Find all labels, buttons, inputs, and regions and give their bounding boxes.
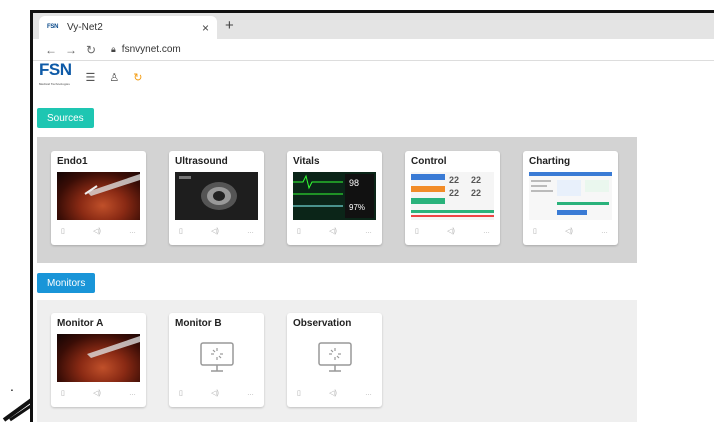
card-title: Vitals [293,156,320,167]
volume-icon[interactable]: ◁) [329,389,337,397]
sources-panel: Endo1 ▯ ◁) … Ultrasound ▯ ◁) … Vitals 98 97% … [37,137,637,263]
new-tab-button[interactable]: + [225,17,234,34]
card-controls: ▯ ◁) … [175,224,258,238]
more-icon[interactable]: … [365,228,372,235]
monitors-button[interactable]: Monitors [37,273,96,293]
back-icon[interactable]: ← [41,43,61,57]
instrument-graphic [87,336,140,358]
more-icon[interactable]: … [129,228,136,235]
more-icon[interactable]: … [247,390,254,397]
card-title: Monitor A [57,318,104,329]
vitals-readout-2: 97% [349,203,365,212]
close-tab-icon[interactable]: × [202,21,209,35]
monitor-card-a[interactable]: Monitor A ▯ ◁) … [51,313,146,407]
card-title: Endo1 [57,156,88,167]
card-controls: ▯ ◁) … [411,224,494,238]
no-signal-preview [175,334,258,382]
logo: FSN Medical Technologies [39,61,72,91]
display-icon[interactable]: ▯ [297,227,301,235]
source-card-ultrasound[interactable]: Ultrasound ▯ ◁) … [169,151,264,245]
display-icon[interactable]: ▯ [61,227,65,235]
control-readout-4: 22 [471,188,481,198]
volume-icon[interactable]: ◁) [211,227,219,235]
card-title: Observation [293,318,352,329]
address-bar: ← → ↻ 🔒︎ fsnvynet.com [33,39,714,61]
display-icon[interactable]: ▯ [297,389,301,397]
control-readout-2: 22 [471,175,481,185]
menu-icon[interactable]: ☰ [86,71,96,84]
card-title: Control [411,156,447,167]
source-card-charting[interactable]: Charting ▯ ◁) … [523,151,618,245]
card-title: Charting [529,156,571,167]
more-icon[interactable]: … [601,228,608,235]
app-header: FSN Medical Technologies ☰ ♙ ↻ [33,61,714,93]
charting-graphic [529,172,612,215]
ultrasound-graphic [175,172,258,220]
display-icon[interactable]: ▯ [61,389,65,397]
instrument-graphic [84,174,140,196]
control-graphic: 22 22 22 22 [411,174,494,217]
volume-icon[interactable]: ◁) [211,389,219,397]
card-controls: ▯ ◁) … [57,386,140,400]
logo-subtitle: Medical Technologies [39,82,70,86]
ultrasound-preview [175,172,258,220]
control-readout-1: 22 [449,175,459,185]
card-controls: ▯ ◁) … [175,386,258,400]
monitor-loading-icon [199,342,234,372]
vitals-readout-1: 98 [349,178,359,188]
volume-icon[interactable]: ◁) [93,227,101,235]
display-icon[interactable]: ▯ [533,227,537,235]
card-title: Monitor B [175,318,222,329]
display-icon[interactable]: ▯ [179,389,183,397]
card-controls: ▯ ◁) … [293,386,376,400]
favicon-icon: FSN [47,23,59,30]
volume-icon[interactable]: ◁) [93,389,101,397]
volume-icon[interactable]: ◁) [565,227,573,235]
reload-icon[interactable]: ↻ [81,43,101,57]
card-title: Ultrasound [175,156,228,167]
charting-preview [529,172,612,220]
sources-button[interactable]: Sources [37,108,94,128]
source-card-control[interactable]: Control 22 22 22 22 ▯ ◁) … [405,151,500,245]
vitals-graphic: 98 97% [293,172,376,220]
card-controls: ▯ ◁) … [529,224,612,238]
volume-icon[interactable]: ◁) [329,227,337,235]
browser-tab[interactable]: FSN Vy-Net2 × [39,16,217,39]
browser-window: FSN Vy-Net2 × + ← → ↻ 🔒︎ fsnvynet.com FS… [30,10,714,422]
source-card-vitals[interactable]: Vitals 98 97% ▯ ◁) … [287,151,382,245]
monitor-card-b[interactable]: Monitor B ▯ ◁) … [169,313,264,407]
more-icon[interactable]: … [129,390,136,397]
no-signal-preview [293,334,376,382]
more-icon[interactable]: … [483,228,490,235]
display-icon[interactable]: ▯ [415,227,419,235]
control-readout-3: 22 [449,188,459,198]
tab-strip: FSN Vy-Net2 × + [33,13,714,39]
volume-icon[interactable]: ◁) [447,227,455,235]
monitor-card-observation[interactable]: Observation ▯ ◁) … [287,313,382,407]
more-icon[interactable]: … [365,390,372,397]
vitals-preview: 98 97% [293,172,376,220]
url-field[interactable]: fsnvynet.com [122,44,181,55]
card-controls: ▯ ◁) … [57,224,140,238]
control-preview: 22 22 22 22 [411,172,494,220]
monitors-panel: Monitor A ▯ ◁) … Monitor B ▯ ◁) … Observatio… [37,300,637,422]
display-icon[interactable]: ▯ [179,227,183,235]
monitor-loading-icon [317,342,352,372]
endoscope-preview [57,172,140,220]
lock-icon: 🔒︎ [111,44,116,54]
more-icon[interactable]: … [247,228,254,235]
refresh-icon[interactable]: ↻ [133,71,142,84]
card-controls: ▯ ◁) … [293,224,376,238]
source-card-endo1[interactable]: Endo1 ▯ ◁) … [51,151,146,245]
user-icon[interactable]: ♙ [109,71,119,84]
endoscope-preview [57,334,140,382]
forward-icon[interactable]: → [61,43,81,57]
tab-title: Vy-Net2 [67,22,103,33]
